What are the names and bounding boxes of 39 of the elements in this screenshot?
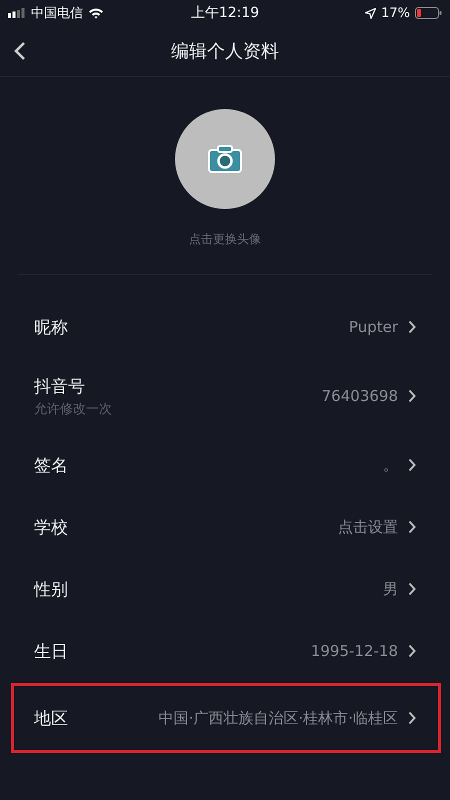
change-avatar-hint: 点击更换头像 <box>189 231 261 248</box>
battery-percent: 17% <box>381 6 410 20</box>
field-label: 生日 <box>34 640 68 662</box>
field-value: 76403698 <box>320 387 398 405</box>
profile-field-row[interactable]: 签名 。 <box>11 434 441 496</box>
carrier-name: 中国电信 <box>31 5 83 22</box>
wifi-icon <box>88 7 104 19</box>
status-time: 上午12:19 <box>190 4 260 22</box>
field-label: 昵称 <box>34 316 68 338</box>
battery-icon <box>414 7 442 19</box>
chevron-icon <box>408 582 416 596</box>
chevron-icon <box>408 644 416 658</box>
field-hint: 允许修改一次 <box>34 400 112 418</box>
chevron-icon <box>408 711 416 725</box>
field-label: 地区 <box>34 708 68 730</box>
profile-field-row[interactable]: 昵称 Pupter <box>11 296 441 358</box>
field-label: 性别 <box>34 578 68 600</box>
field-label: 学校 <box>34 516 68 538</box>
location-arrow-icon <box>365 8 376 18</box>
chevron-icon <box>408 389 416 403</box>
profile-field-row[interactable]: 生日 1995-12-18 <box>11 620 441 682</box>
field-value: Pupter <box>348 318 398 336</box>
field-label: 签名 <box>34 454 68 476</box>
field-value: 男 <box>382 580 398 598</box>
profile-field-row[interactable]: 性别 男 <box>11 558 441 620</box>
field-value: 点击设置 <box>337 518 398 536</box>
page-title: 编辑个人资料 <box>171 40 279 63</box>
profile-field-row[interactable]: 地区 中国·广西壮族自治区·桂林市·临桂区 <box>11 683 441 753</box>
field-label: 抖音号 <box>34 376 86 398</box>
field-value: 中国·广西壮族自治区·桂林市·临桂区 <box>158 708 398 728</box>
profile-field-row[interactable]: 学校 点击设置 <box>11 496 441 558</box>
chevron-icon <box>408 520 416 534</box>
field-value: 1995-12-18 <box>310 642 398 660</box>
chevron-icon <box>408 458 416 472</box>
field-value: 。 <box>382 456 398 474</box>
camera-icon <box>207 144 243 174</box>
chevron-icon <box>408 320 416 334</box>
signal-icon <box>8 8 26 18</box>
profile-field-row[interactable]: 抖音号 允许修改一次 76403698 <box>11 358 441 434</box>
